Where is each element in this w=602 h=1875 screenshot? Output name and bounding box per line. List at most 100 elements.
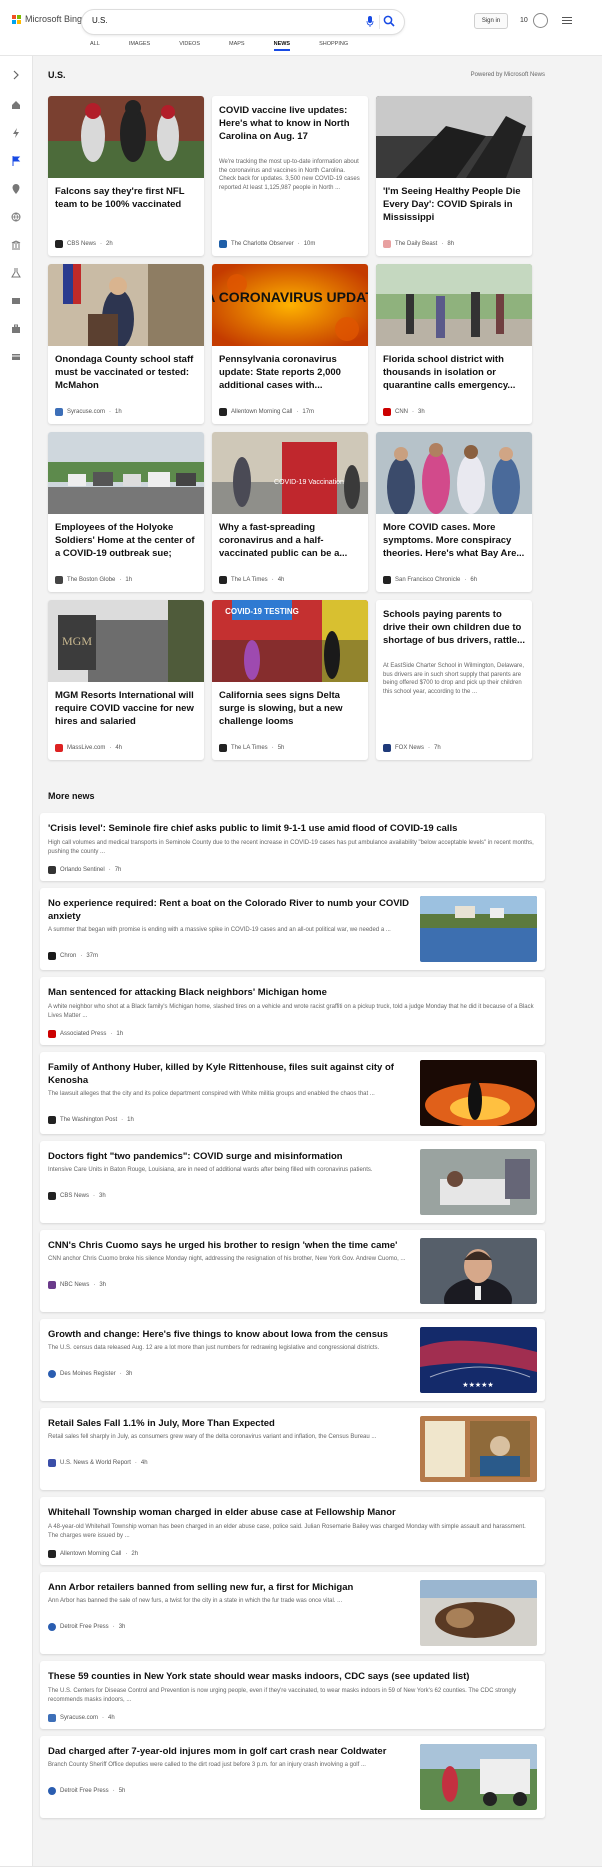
news-item[interactable]: Retail Sales Fall 1.1% in July, More Tha… <box>40 1408 545 1490</box>
news-card[interactable]: MGM MGM Resorts International will requi… <box>48 600 204 760</box>
sign-in-button[interactable]: Sign in <box>474 13 508 29</box>
flag-icon[interactable] <box>11 156 21 166</box>
source-logo-icon <box>219 744 227 752</box>
card-image: COVID-19 Vaccination <box>212 432 368 514</box>
money-icon[interactable] <box>11 352 21 362</box>
card-source: CBS News · 2h <box>55 240 113 248</box>
news-item[interactable]: Ann Arbor retailers banned from selling … <box>40 1572 545 1654</box>
news-title[interactable]: CNN's Chris Cuomo says he urged his brot… <box>48 1239 410 1252</box>
tab-all[interactable]: ALL <box>90 41 100 47</box>
news-title[interactable]: Doctors fight "two pandemics": COVID sur… <box>48 1150 410 1163</box>
card-title[interactable]: Onondaga County school staff must be vac… <box>55 353 197 392</box>
tab-images[interactable]: IMAGES <box>129 41 150 47</box>
tab-shopping[interactable]: SHOPPING <box>319 41 348 47</box>
news-title[interactable]: Ann Arbor retailers banned from selling … <box>48 1581 410 1594</box>
news-source: CBS News · 3h <box>48 1192 106 1200</box>
news-item[interactable]: These 59 counties in New York state shou… <box>40 1661 545 1729</box>
news-card[interactable]: PA CORONAVIRUS UPDATE Pennsylvania coron… <box>212 264 368 424</box>
news-title[interactable]: 'Crisis level': Seminole fire chief asks… <box>48 822 537 835</box>
tab-videos[interactable]: VIDEOS <box>179 41 200 47</box>
news-title[interactable]: Whitehall Township woman charged in elde… <box>48 1506 537 1519</box>
news-source: Orlando Sentinel · 7h <box>48 866 121 874</box>
news-title[interactable]: No experience required: Rent a boat on t… <box>48 897 410 923</box>
card-title[interactable]: More COVID cases. More symptoms. More co… <box>383 521 525 560</box>
card-title[interactable]: Schools paying parents to drive their ow… <box>383 608 525 647</box>
news-title[interactable]: Retail Sales Fall 1.1% in July, More Tha… <box>48 1417 410 1430</box>
news-image <box>420 1060 537 1126</box>
news-snippet: A white neighbor who shot at a Black fam… <box>48 1004 534 1019</box>
rewards-trophy-icon[interactable] <box>533 13 548 28</box>
search-icon[interactable] <box>383 15 395 27</box>
news-card[interactable]: COVID-19 TESTING California sees signs D… <box>212 600 368 760</box>
card-title[interactable]: Pennsylvania coronavirus update: State r… <box>219 353 361 392</box>
home-icon[interactable] <box>11 100 21 110</box>
news-card[interactable]: 'I'm Seeing Healthy People Die Every Day… <box>376 96 532 256</box>
tab-maps[interactable]: MAPS <box>229 41 245 47</box>
news-title[interactable]: Man sentenced for attacking Black neighb… <box>48 986 537 999</box>
science-icon[interactable] <box>11 268 21 278</box>
news-card[interactable]: COVID vaccine live updates: Here's what … <box>212 96 368 256</box>
tab-news[interactable]: NEWS <box>273 41 290 51</box>
card-title[interactable]: California sees signs Delta surge is slo… <box>219 689 361 728</box>
entertainment-icon[interactable] <box>11 296 21 306</box>
card-image: PA CORONAVIRUS UPDATE <box>212 264 368 346</box>
card-title[interactable]: COVID vaccine live updates: Here's what … <box>219 104 361 143</box>
microsoft-logo-icon <box>12 14 21 24</box>
news-item[interactable]: CNN's Chris Cuomo says he urged his brot… <box>40 1230 545 1312</box>
news-item[interactable]: Dad charged after 7-year-old injures mom… <box>40 1736 545 1818</box>
news-item[interactable]: Family of Anthony Huber, killed by Kyle … <box>40 1052 545 1134</box>
news-item[interactable]: Whitehall Township woman charged in elde… <box>40 1497 545 1565</box>
news-card[interactable]: Employees of the Holyoke Soldiers' Home … <box>48 432 204 592</box>
business-icon[interactable] <box>11 324 21 334</box>
card-source: Allentown Morning Call · 17m <box>219 408 314 416</box>
news-card[interactable]: Onondaga County school staff must be vac… <box>48 264 204 424</box>
news-item[interactable]: Man sentenced for attacking Black neighb… <box>40 977 545 1045</box>
globe-icon[interactable] <box>11 212 21 222</box>
card-title[interactable]: Employees of the Holyoke Soldiers' Home … <box>55 521 197 561</box>
flash-icon[interactable] <box>11 128 21 138</box>
news-item[interactable]: 'Crisis level': Seminole fire chief asks… <box>40 813 545 881</box>
microphone-icon[interactable] <box>366 16 374 27</box>
news-source: Associated Press · 1h <box>48 1030 123 1038</box>
news-item[interactable]: No experience required: Rent a boat on t… <box>40 888 545 970</box>
search-box[interactable]: U.S. <box>82 10 404 34</box>
card-snippet: At EastSide Charter School in Wilmington… <box>383 663 525 695</box>
news-item[interactable]: Doctors fight "two pandemics": COVID sur… <box>40 1141 545 1223</box>
card-image-caption: PA CORONAVIRUS UPDATE <box>212 289 368 305</box>
powered-by[interactable]: Powered by Microsoft News <box>471 72 545 78</box>
news-item[interactable]: Growth and change: Here's five things to… <box>40 1319 545 1401</box>
search-input[interactable]: U.S. <box>92 16 108 25</box>
expand-icon[interactable] <box>11 70 21 80</box>
news-image: ★★★★★ <box>420 1327 537 1393</box>
news-card[interactable]: Falcons say they're first NFL team to be… <box>48 96 204 256</box>
rewards-count[interactable]: 10 <box>520 17 528 24</box>
source-logo-icon <box>48 1623 56 1631</box>
news-title[interactable]: Family of Anthony Huber, killed by Kyle … <box>48 1061 410 1087</box>
news-title[interactable]: These 59 counties in New York state shou… <box>48 1670 537 1683</box>
card-source: MassLive.com · 4h <box>55 744 122 752</box>
card-title[interactable]: MGM Resorts International will require C… <box>55 689 197 729</box>
section-title: U.S. <box>48 70 66 80</box>
politics-icon[interactable] <box>11 240 21 250</box>
menu-icon[interactable] <box>562 17 572 25</box>
news-card[interactable]: Florida school district with thousands i… <box>376 264 532 424</box>
card-title[interactable]: Why a fast-spreading coronavirus and a h… <box>219 521 361 560</box>
card-title[interactable]: Florida school district with thousands i… <box>383 353 525 392</box>
card-title[interactable]: Falcons say they're first NFL team to be… <box>55 185 197 211</box>
source-logo-icon <box>219 408 227 416</box>
news-card[interactable]: Schools paying parents to drive their ow… <box>376 600 532 760</box>
news-snippet: The lawsuit alleges that the city and it… <box>48 1091 375 1097</box>
news-card[interactable]: COVID-19 Vaccination Why a fast-spreadin… <box>212 432 368 592</box>
card-title[interactable]: 'I'm Seeing Healthy People Die Every Day… <box>383 185 525 224</box>
news-snippet: Retail sales fell sharply in July, as co… <box>48 1434 377 1440</box>
news-title[interactable]: Dad charged after 7-year-old injures mom… <box>48 1745 410 1758</box>
location-icon[interactable] <box>11 184 21 194</box>
news-source: The Washington Post · 1h <box>48 1116 134 1124</box>
bing-logo[interactable]: Microsoft Bing <box>12 14 82 24</box>
news-snippet: The U.S. census data released Aug. 12 ar… <box>48 1345 380 1351</box>
source-logo-icon <box>383 408 391 416</box>
source-logo-icon <box>48 866 56 874</box>
news-card[interactable]: More COVID cases. More symptoms. More co… <box>376 432 532 592</box>
news-title[interactable]: Growth and change: Here's five things to… <box>48 1328 410 1341</box>
news-snippet: A 48-year-old Whitehall Township woman h… <box>48 1524 526 1539</box>
